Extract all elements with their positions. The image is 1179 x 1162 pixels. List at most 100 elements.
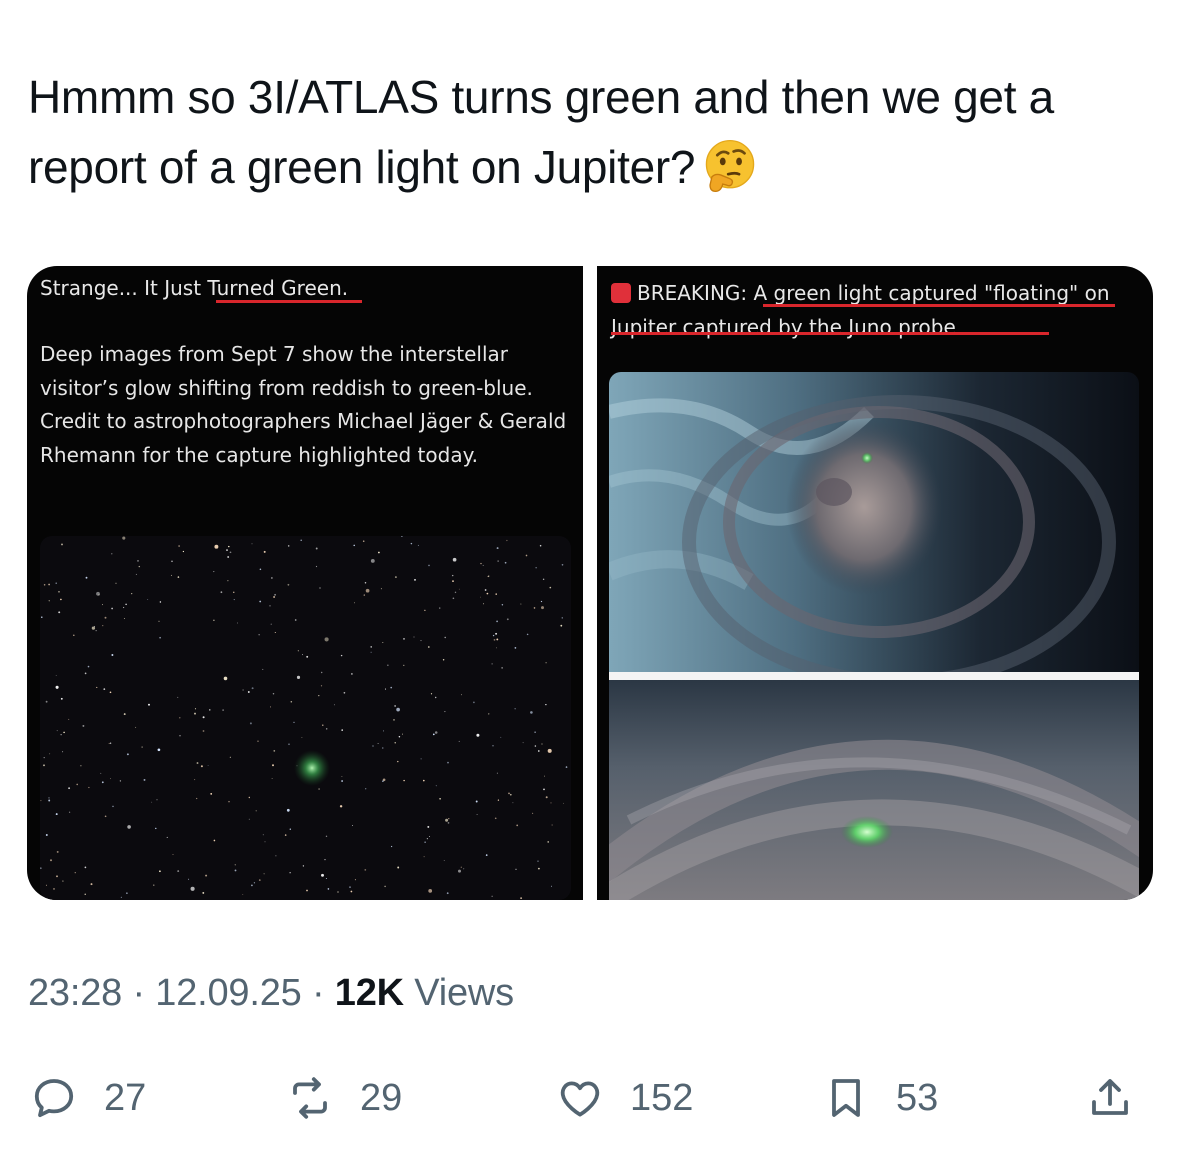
star: [432, 733, 435, 736]
star: [315, 547, 318, 550]
star: [497, 560, 499, 562]
star: [62, 751, 64, 753]
star: [541, 606, 544, 610]
star: [194, 712, 196, 715]
star: [262, 668, 264, 670]
tweet-date[interactable]: 12.09.25: [155, 972, 302, 1014]
star: [226, 549, 228, 552]
image-divider: [609, 672, 1139, 680]
star: [545, 703, 547, 706]
star: [229, 551, 232, 554]
star: [284, 834, 287, 836]
star: [56, 730, 58, 732]
tweet-body: Hmmm so 3I/ATLAS turns green and then we…: [28, 71, 1054, 193]
star: [321, 873, 324, 877]
star: [525, 554, 528, 557]
star: [318, 694, 320, 697]
star: [445, 818, 449, 822]
star: [259, 568, 262, 571]
star: [288, 743, 290, 746]
star: [484, 589, 487, 591]
star: [372, 745, 374, 747]
repost-button[interactable]: 29: [286, 1066, 402, 1130]
bookmark-button[interactable]: 53: [822, 1066, 938, 1130]
media-grid[interactable]: Strange... It Just Turned Green. Deep im…: [27, 266, 1153, 900]
star: [480, 596, 481, 598]
star: [43, 756, 45, 759]
star: [488, 713, 490, 715]
star: [273, 596, 276, 598]
star: [297, 650, 299, 652]
star: [220, 591, 223, 594]
star: [90, 883, 93, 886]
star: [442, 659, 445, 661]
star: [61, 543, 63, 546]
star: [131, 593, 133, 595]
star: [325, 877, 327, 880]
star: [127, 825, 131, 829]
share-button[interactable]: [1086, 1066, 1134, 1130]
star: [48, 600, 50, 602]
breaking-label: BREAKING:: [637, 281, 748, 305]
star: [202, 716, 205, 719]
star: [111, 553, 113, 555]
star: [251, 543, 253, 545]
star: [520, 603, 522, 605]
star: [427, 646, 430, 648]
reply-button[interactable]: 27: [30, 1066, 146, 1130]
like-button[interactable]: 152: [556, 1066, 693, 1130]
star: [424, 609, 426, 611]
star: [45, 884, 47, 886]
star: [532, 812, 534, 814]
star: [233, 591, 235, 593]
star: [40, 800, 42, 802]
star: [222, 709, 224, 711]
star: [294, 619, 297, 621]
star: [444, 636, 446, 639]
star: [95, 630, 97, 632]
star: [264, 841, 266, 843]
star: [486, 592, 489, 595]
star: [122, 536, 126, 540]
star: [122, 606, 125, 609]
star: [138, 565, 141, 568]
jupiter-screenshot[interactable]: BREAKING: A green light captured "floati…: [597, 266, 1153, 900]
star: [393, 719, 395, 721]
star: [48, 797, 50, 799]
star: [476, 733, 480, 737]
star: [120, 896, 123, 899]
star: [401, 733, 404, 735]
star: [452, 580, 454, 582]
star: [463, 868, 465, 870]
star: [229, 756, 231, 758]
tweet-time[interactable]: 23:28: [28, 972, 122, 1014]
star: [126, 892, 128, 894]
star: [242, 689, 244, 691]
star: [387, 664, 389, 666]
comet-screenshot[interactable]: Strange... It Just Turned Green. Deep im…: [27, 266, 583, 900]
star: [495, 593, 497, 595]
star: [157, 748, 161, 752]
star: [403, 779, 405, 782]
star: [428, 889, 433, 893]
star: [428, 564, 430, 567]
star: [156, 799, 158, 801]
star: [263, 873, 265, 875]
star: [403, 664, 405, 667]
star: [153, 884, 155, 886]
star: [115, 582, 117, 584]
reply-count: 27: [104, 1076, 147, 1119]
star: [383, 730, 384, 732]
repost-icon: [293, 1077, 327, 1119]
star: [420, 758, 422, 760]
star: [435, 785, 437, 787]
star: [306, 889, 308, 892]
star: [483, 603, 485, 605]
star: [493, 639, 496, 641]
star: [494, 817, 497, 820]
star: [543, 788, 545, 791]
star: [141, 746, 143, 748]
star: [420, 640, 422, 642]
star: [300, 539, 302, 542]
star: [272, 692, 275, 695]
